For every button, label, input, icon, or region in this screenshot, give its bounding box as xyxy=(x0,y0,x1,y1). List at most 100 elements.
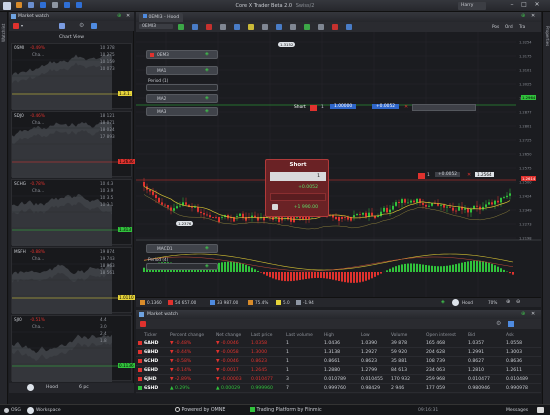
indicator-ma1[interactable]: MA1 ◈ xyxy=(146,66,218,75)
mini-chart-schg[interactable]: SCHG -0.78% Cha... 10 4.3 10 3.9 10 3.5 10 3.1… xyxy=(11,179,132,246)
order-line[interactable]: 1 +0.0052 ✕ 1.2564 xyxy=(418,172,494,180)
dropdown-icon[interactable]: ▾ xyxy=(21,23,23,28)
mini-chart-sdj0[interactable]: SDJ0 -0.46% Cha... 18 121 18 071 18 024 17 893… xyxy=(11,111,135,178)
settings-icon[interactable]: ⚙ xyxy=(79,22,84,29)
macd-period-slider[interactable]: ◈ xyxy=(146,263,218,270)
btn-pos[interactable]: Pos xyxy=(492,24,499,29)
view-icon[interactable] xyxy=(91,23,97,29)
position-close-icon[interactable]: ✕ xyxy=(404,104,408,110)
status-refresh-icon[interactable] xyxy=(452,299,459,306)
chart-tool-icon[interactable] xyxy=(304,24,310,30)
btn-tra[interactable]: Tra xyxy=(519,24,525,29)
column-header[interactable]: Volume xyxy=(391,333,407,338)
table-row[interactable]: 6AHD ▼ -0.48% ▼ -0.0046 1.0358 1 1.0436 1.0390… xyxy=(136,339,541,348)
column-header[interactable]: Last price xyxy=(251,333,272,338)
status-nav-icon[interactable]: ◈ xyxy=(441,299,445,305)
row-flag-icon[interactable] xyxy=(138,386,142,390)
chart-tool-icon[interactable] xyxy=(262,24,268,30)
properties-tab[interactable]: Properties xyxy=(545,26,550,46)
columns-icon[interactable] xyxy=(59,23,65,29)
column-header[interactable]: Bid xyxy=(468,333,475,338)
indicator-ma2[interactable]: MA2 ◈ xyxy=(146,94,218,103)
mini-chart-msfh[interactable]: MSFH -0.88% Cha... 19 874 19 743 18 963 18 561… xyxy=(11,247,135,314)
eye-icon[interactable]: ◈ xyxy=(205,95,209,101)
row-flag-icon[interactable] xyxy=(138,359,142,363)
btn-ord[interactable]: Ord xyxy=(505,24,513,29)
messages-icon[interactable] xyxy=(537,407,544,413)
ticket-qty-field[interactable]: 1 xyxy=(270,172,326,181)
add-ticker-icon[interactable] xyxy=(13,23,19,29)
chart-tool-icon[interactable] xyxy=(290,24,296,30)
column-header[interactable]: Ask xyxy=(506,333,514,338)
chart-tool-icon[interactable] xyxy=(346,24,352,30)
ticket-row[interactable] xyxy=(270,193,326,201)
bottom-messages[interactable]: Messages xyxy=(506,408,528,413)
macd-bar xyxy=(416,263,418,272)
table-row[interactable]: 6SHD ▲ 0.29% ▲ 0.00029 0.999960 7 0.999760 0.9… xyxy=(136,384,541,393)
column-header[interactable]: Low xyxy=(361,333,370,338)
order-close-icon[interactable]: ✕ xyxy=(467,172,471,178)
order-ticket[interactable]: Short 1 +0.0052 +1 990.00 xyxy=(265,159,329,217)
column-header[interactable]: Ticker xyxy=(144,333,157,338)
maximize-button[interactable]: □ xyxy=(519,2,529,9)
row-flag-icon[interactable] xyxy=(138,377,142,381)
chart-tool-icon[interactable] xyxy=(220,24,226,30)
column-header[interactable]: Percent change xyxy=(170,333,204,338)
period-slider[interactable] xyxy=(146,84,218,91)
table-row[interactable]: 6JHD ▼ -2.89% ▼ -0.00003 0.010477 3 0.010789 0… xyxy=(136,375,541,384)
table-settings-icon[interactable]: ⚙ xyxy=(496,320,501,327)
eye-icon[interactable]: ◈ xyxy=(205,51,209,57)
mini-chart-sji0[interactable]: SJI0 -0.51% Cha... 4.4 3.0 2.4 1.8 0.1136 xyxy=(11,315,135,382)
indicator-ma3[interactable]: MA3 ◈ xyxy=(146,107,218,116)
chart-tool-icon[interactable] xyxy=(276,24,282,30)
eye-icon[interactable]: ◈ xyxy=(205,108,209,114)
position-line[interactable]: Short 1 1.00000 +0.0052 ✕ xyxy=(294,104,484,112)
mini-chart-0smi[interactable]: 0SMI -0.49% Cha... 10 378 10 275 10 159 10 073… xyxy=(11,43,132,110)
chart-tool-icon[interactable] xyxy=(332,24,338,30)
row-flag-icon[interactable] xyxy=(138,368,142,372)
table-view-icon[interactable] xyxy=(508,321,514,327)
table-row[interactable]: 6CHD ▼ -0.58% ▼ -0.0046 0.8623 1 0.8661 0.8623… xyxy=(136,357,541,366)
chart-tool-icon[interactable] xyxy=(234,24,240,30)
add-ticker-icon[interactable] xyxy=(140,321,146,327)
footer-mode[interactable]: Hood xyxy=(46,385,58,390)
column-header[interactable]: Net change xyxy=(216,333,241,338)
chart-tool-icon[interactable] xyxy=(178,24,184,30)
column-header[interactable]: Last volume xyxy=(286,333,313,338)
table-row[interactable]: 6BHD ▼ -0.44% ▼ -0.0058 1.3000 1 1.3138 1.2927… xyxy=(136,348,541,357)
chart-tool-icon[interactable] xyxy=(206,24,212,30)
pin-chart-icon[interactable]: ⊕ xyxy=(521,13,525,19)
indicator-macd[interactable]: MACD1 ◈ xyxy=(146,244,218,253)
column-header[interactable]: Open interest xyxy=(426,333,456,338)
close-panel-icon[interactable]: ✕ xyxy=(126,13,130,19)
row-flag-icon[interactable] xyxy=(138,341,142,345)
column-header[interactable]: High xyxy=(324,333,334,338)
user-menu[interactable]: Harry xyxy=(458,2,486,10)
row-flag-icon[interactable] xyxy=(138,350,142,354)
chart-tool-icon[interactable] xyxy=(192,24,198,30)
eye-icon[interactable]: ◈ xyxy=(205,263,209,269)
position-action[interactable] xyxy=(412,104,476,111)
zoom-in-icon[interactable]: ⊕ xyxy=(506,299,510,305)
minimize-button[interactable]: – xyxy=(507,2,517,9)
eye-icon[interactable]: ◈ xyxy=(205,67,209,73)
indicator-0em3[interactable]: 0EM3 ◈ xyxy=(146,50,218,59)
close-chart-icon[interactable]: ✕ xyxy=(531,13,535,19)
tab-chart[interactable]: 0EMI3 - Hood xyxy=(139,13,184,22)
eye-icon[interactable]: ◈ xyxy=(205,245,209,251)
watchlist-tab[interactable]: Watchlist xyxy=(1,24,6,42)
pin-table-icon[interactable]: ⊕ xyxy=(521,311,525,317)
zoom-out-icon[interactable]: ⊖ xyxy=(516,299,520,305)
table-row[interactable]: 6EHD ▼ -0.14% ▼ -0.0017 1.2645 1 1.2880 1.2799… xyxy=(136,366,541,375)
bottom-workspace[interactable]: Workspace xyxy=(36,408,61,413)
refresh-icon[interactable] xyxy=(27,384,34,391)
status-zoom[interactable]: 70% xyxy=(488,300,497,305)
close-button[interactable]: ✕ xyxy=(531,2,543,9)
symbol-select[interactable]: 0EMI3 xyxy=(139,24,173,29)
chart-tool-icon[interactable] xyxy=(318,24,324,30)
status-mode[interactable]: Hood xyxy=(462,300,473,305)
close-table-icon[interactable]: ✕ xyxy=(531,311,535,317)
pin-panel-icon[interactable]: ⊕ xyxy=(117,13,121,19)
chart-tool-icon[interactable] xyxy=(248,24,254,30)
bottom-refresh-icon[interactable] xyxy=(27,407,34,414)
